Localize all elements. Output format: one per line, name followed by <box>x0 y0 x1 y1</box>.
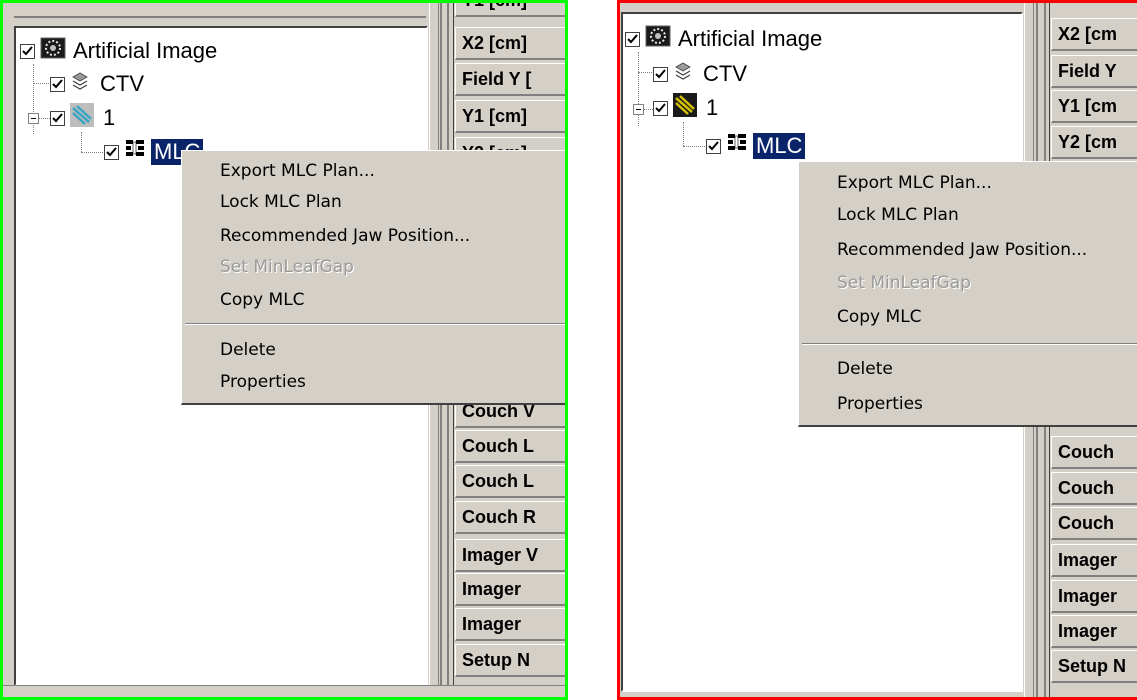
menu-item-copy-mlc[interactable]: Copy MLC <box>799 302 1137 332</box>
layers-icon <box>674 61 692 87</box>
tree-item-label: 1 <box>706 95 719 120</box>
property-label: Couch <box>1051 436 1137 469</box>
collapse-toggle[interactable] <box>28 113 39 124</box>
tree-item-label: Artificial Image <box>678 26 823 51</box>
tree-item-artificial-image[interactable]: Artificial Image <box>625 24 825 54</box>
tree-item-ctv[interactable]: CTV <box>50 69 147 99</box>
property-label: Couch <box>1051 507 1137 540</box>
property-label: Couch R <box>455 501 568 534</box>
tree-item-label: MLC <box>753 133 806 159</box>
property-label: X2 [cm] <box>455 27 568 60</box>
collapse-toggle[interactable] <box>633 104 644 115</box>
left-screenshot-panel: Artificial Image CTV 1 MLC Y1 [cm] X2 [c… <box>0 0 568 700</box>
tree-connector <box>683 146 705 147</box>
property-label: Y1 [cm <box>1051 90 1137 123</box>
tree-connector <box>81 152 103 153</box>
tree-item-beam-1[interactable]: 1 <box>50 103 118 133</box>
tree-item-artificial-image[interactable]: Artificial Image <box>20 36 220 66</box>
property-label: X2 [cm <box>1051 18 1137 51</box>
property-label: Imager <box>455 608 568 641</box>
tree-connector <box>81 132 82 152</box>
menu-item-recommended-jaw-position[interactable]: Recommended Jaw Position... <box>799 235 1137 265</box>
tree-item-ctv[interactable]: CTV <box>653 59 750 89</box>
property-label: Imager <box>455 573 568 606</box>
menu-item-lock-mlc-plan[interactable]: Lock MLC Plan <box>799 200 1137 230</box>
right-screenshot-panel: Artificial Image CTV 1 MLC X2 [cm Field … <box>617 0 1137 700</box>
artificial-image-icon <box>40 36 66 66</box>
mlc-icon <box>124 138 146 166</box>
status-bar <box>0 685 568 700</box>
menu-item-lock-mlc-plan[interactable]: Lock MLC Plan <box>182 187 568 217</box>
artificial-image-icon <box>645 24 671 54</box>
checkbox[interactable] <box>706 138 721 154</box>
property-label: Y1 [cm] <box>455 0 568 17</box>
tree-item-mlc[interactable]: MLC <box>706 131 806 161</box>
tree-item-label: CTV <box>703 61 747 86</box>
property-label: Imager <box>1051 544 1137 577</box>
menu-item-delete[interactable]: Delete <box>799 354 1137 384</box>
menu-item-properties[interactable]: Properties <box>182 367 568 397</box>
property-label: Setup N <box>455 644 568 677</box>
layers-icon <box>71 71 89 97</box>
property-label: Couch <box>1051 472 1137 505</box>
tree-top-edge <box>14 16 426 18</box>
menu-item-export-mlc-plan[interactable]: Export MLC Plan... <box>799 168 1137 198</box>
property-label: Y1 [cm] <box>455 100 568 133</box>
checkbox[interactable] <box>104 144 119 160</box>
property-label: Field Y <box>1051 55 1137 88</box>
property-label: Imager <box>1051 615 1137 648</box>
tree-item-label: Artificial Image <box>73 38 218 63</box>
menu-item-set-minleafgap: Set MinLeafGap <box>220 257 354 277</box>
menu-item-properties[interactable]: Properties <box>799 389 1137 419</box>
menu-item-copy-mlc[interactable]: Copy MLC <box>182 285 568 315</box>
property-label: Imager <box>1051 580 1137 613</box>
checkbox[interactable] <box>625 31 640 47</box>
tree-item-label: 1 <box>103 105 116 130</box>
context-menu: Export MLC Plan... Lock MLC Plan Recomme… <box>181 150 568 405</box>
context-menu: Export MLC Plan... Lock MLC Plan Recomme… <box>798 161 1137 427</box>
menu-item-delete[interactable]: Delete <box>182 335 568 365</box>
checkbox[interactable] <box>653 100 668 116</box>
tree-connector <box>683 122 684 146</box>
menu-separator <box>802 343 1137 345</box>
checkbox[interactable] <box>653 66 668 82</box>
property-label: Couch L <box>455 430 568 463</box>
checkbox[interactable] <box>20 43 35 59</box>
menu-separator <box>185 323 566 325</box>
menu-item-set-minleafgap: Set MinLeafGap <box>837 273 971 293</box>
menu-item-export-mlc-plan[interactable]: Export MLC Plan... <box>182 156 568 186</box>
property-label: Couch L <box>455 465 568 498</box>
menu-item-recommended-jaw-position[interactable]: Recommended Jaw Position... <box>182 221 568 251</box>
beam-icon <box>673 93 697 123</box>
property-label: Imager V <box>455 539 568 572</box>
property-label: Y2 [cm <box>1051 126 1137 159</box>
tree-item-label: CTV <box>100 71 144 96</box>
checkbox[interactable] <box>50 110 65 126</box>
tree-item-beam-1[interactable]: 1 <box>653 93 721 123</box>
beam-icon <box>70 103 94 133</box>
mlc-icon <box>726 132 748 160</box>
property-label: Field Y [ <box>455 63 568 96</box>
property-label: Setup N <box>1051 650 1137 683</box>
checkbox[interactable] <box>50 76 65 92</box>
